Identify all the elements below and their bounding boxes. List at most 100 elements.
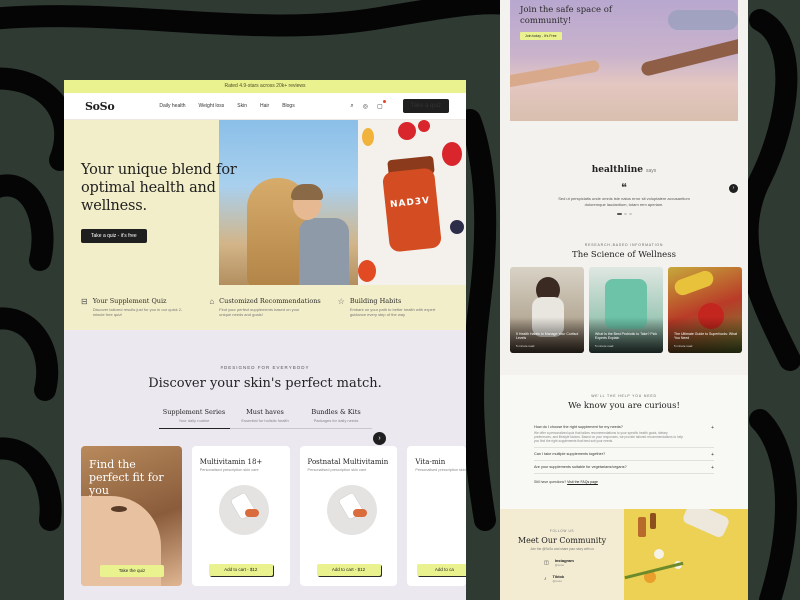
nav-link-blogs[interactable]: Blogs (282, 103, 295, 109)
product-tabs: Supplement Series Your daily routine Mus… (64, 408, 466, 429)
add-to-cart-button[interactable]: Add to ca (417, 564, 466, 576)
announcement-bar: Rated 4.9-stars across 20k+ reviews (64, 80, 466, 93)
tab-label: Bundles & Kits (311, 408, 361, 416)
quote-icon: ❝ (621, 181, 627, 194)
carousel-next-button[interactable]: › (373, 432, 386, 445)
discover-section: #DESIGNED FOR EVERYBODY Discover your sk… (64, 330, 466, 600)
hero-quiz-button[interactable]: Take a quiz - it's free (81, 229, 147, 243)
expand-icon[interactable]: + (711, 452, 714, 458)
hero-text: Your unique blend for optimal health and… (64, 120, 237, 285)
faq-title: We know you are curious! (568, 400, 680, 411)
faq-question: Are your supplements suitable for vegeta… (534, 464, 627, 469)
collapse-icon[interactable]: + (711, 425, 714, 431)
tab-supplement-series[interactable]: Supplement Series Your daily routine (158, 408, 230, 429)
nav-link-skin[interactable]: Skin (237, 103, 247, 109)
brand-says: says (646, 168, 657, 174)
follow-text: FOLLOW US Meet Our Community Join the @S… (500, 509, 624, 600)
article-card[interactable]: What Is the Best Probiotic to Take? Pick… (589, 266, 663, 353)
hero-product-photo: NAD3V (358, 120, 466, 285)
feature-title: Customized Recommendations (219, 297, 321, 305)
tab-sub: Essential for holistic health (241, 418, 289, 423)
faq-item[interactable]: Are your supplements suitable for vegeta… (534, 461, 714, 474)
follow-title: Meet Our Community (517, 536, 607, 545)
feature-habits: ☆ Building Habits Embark on your path to… (338, 297, 466, 330)
tab-must-haves[interactable]: Must haves Essential for holistic health (229, 408, 301, 429)
faq-eyebrow: WE'LL THE HELP YOU NEED (591, 393, 657, 398)
tiktok-icon: ♪ (544, 575, 547, 582)
article-meta: 5 minute read (595, 343, 614, 348)
tab-label: Supplement Series (162, 408, 226, 416)
product-name: Vita-min (415, 458, 446, 466)
instagram-icon: ◫ (544, 559, 549, 566)
article-card[interactable]: The Ultimate Guide to Superfoods: What Y… (668, 266, 742, 353)
article-title: 5 Health Habits to Manage Your Cortisol … (516, 331, 579, 341)
add-to-cart-button[interactable]: Add to cart - $12 (316, 564, 381, 576)
discover-eyebrow: #DESIGNED FOR EVERYBODY (220, 365, 310, 370)
follow-section: FOLLOW US Meet Our Community Join the @S… (500, 509, 748, 600)
faq-item[interactable]: How do I choose the right supplement for… (534, 421, 714, 448)
nav-link-hair[interactable]: Hair (260, 103, 269, 109)
nav-link-daily-health[interactable]: Daily health (159, 103, 185, 109)
carousel-dots[interactable] (500, 213, 748, 215)
cart-badge (382, 99, 386, 103)
join-today-button[interactable]: Join today - It's Free (520, 32, 562, 40)
expand-icon[interactable]: + (711, 465, 714, 471)
features-row: ⊟ Your Supplement Quiz Discover tailored… (64, 285, 466, 330)
article-title: What Is the Best Probiotic to Take? Pick… (595, 331, 657, 341)
hero-section: Your unique blend for optimal health and… (64, 120, 466, 285)
tab-sub: Packages for daily needs (313, 418, 359, 423)
logo[interactable]: SoSo (85, 100, 115, 113)
follow-sub: Join the @SoSo and share your story with… (530, 547, 594, 551)
main-website-page: Rated 4.9-stars across 20k+ reviews SoSo… (64, 80, 466, 600)
feature-recommendations: ⌂ Customized Recommendations Find your p… (209, 297, 337, 330)
faq-question: How do I choose the right supplement for… (534, 424, 623, 429)
tab-label: Must haves (246, 408, 284, 416)
product-card[interactable]: Multivitamin 18+ Personalised prescripti… (191, 446, 290, 586)
faq-more: Still have questions? Visit the FAQs pag… (534, 480, 714, 484)
faq-question: Can I take multiple supplements together… (534, 451, 606, 456)
article-card[interactable]: 5 Health Habits to Manage Your Cortisol … (510, 266, 584, 353)
social-instagram[interactable]: ◫ Instagram @soso (544, 558, 624, 567)
faq-item[interactable]: Can I take multiple supplements together… (534, 448, 714, 461)
faq-section: WE'LL THE HELP YOU NEED We know you are … (500, 374, 748, 510)
product-name: Postnatal Multivitamin (307, 458, 389, 466)
testimonial-next-button[interactable]: › (729, 184, 738, 193)
testimonial-section: healthline says ❝ Sed ut perspiciatis und… (500, 159, 748, 215)
store-icon: ⌂ (209, 297, 215, 306)
product-sub: Personalised prescription skin care (199, 468, 259, 472)
social-handle: @soso (554, 563, 565, 567)
cart-icon[interactable]: ▢ (377, 99, 386, 110)
community-hero: Join the safe space of community! Join t… (510, 0, 738, 121)
product-card[interactable]: Postnatal Multivitamin Personalised pres… (299, 446, 398, 586)
tab-bundles-kits[interactable]: Bundles & Kits Packages for daily needs (300, 408, 372, 429)
faq-more-prefix: Still have questions? (534, 479, 567, 484)
tab-sub: Your daily routine (178, 418, 210, 423)
science-eyebrow: RESEARCH-BASED INFORMATION (584, 242, 664, 247)
product-card[interactable]: Vita-min Personalised prescription skin … (407, 446, 466, 586)
social-tiktok[interactable]: ♪ Tiktok @soso (544, 574, 624, 583)
product-sub: Personalised prescription skin care (415, 468, 466, 472)
faq-page-link[interactable]: Visit the FAQs page (567, 480, 598, 484)
product-image (326, 485, 377, 535)
star-icon: ☆ (337, 297, 345, 306)
take-quiz-button[interactable]: Take a quiz (402, 99, 449, 113)
quiz-icon: ⊟ (81, 297, 88, 306)
navbar: SoSo Daily health Weight loss Skin Hair … (64, 93, 466, 120)
feature-desc: Find your perfect supplements based on y… (219, 307, 300, 317)
promo-title: Find the perfect fit for you (89, 458, 164, 497)
follow-photo (624, 509, 748, 600)
social-handle: @soso (552, 579, 562, 583)
nav-link-weight-loss[interactable]: Weight loss (199, 103, 225, 109)
add-to-cart-button[interactable]: Add to cart - $12 (208, 564, 273, 576)
article-cards: 5 Health Habits to Manage Your Cortisol … (500, 266, 748, 353)
account-icon[interactable]: ◎ (363, 103, 368, 110)
secondary-page: Join the safe space of community! Join t… (500, 0, 748, 600)
product-cards: Find the perfect fit for you Take the qu… (64, 446, 466, 586)
nav-icons: ⌕ ◎ ▢ Take a quiz (350, 99, 449, 113)
search-icon[interactable]: ⌕ (350, 103, 353, 110)
product-name: Multivitamin 18+ (199, 458, 263, 466)
faq-answer: We offer a personalized quiz that tailor… (534, 430, 684, 443)
feature-title: Your Supplement Quiz (92, 297, 167, 305)
testimonial-quote: Sed ut perspiciatis unde omnis iste natu… (558, 196, 690, 207)
promo-quiz-button[interactable]: Take the quiz (100, 565, 164, 577)
